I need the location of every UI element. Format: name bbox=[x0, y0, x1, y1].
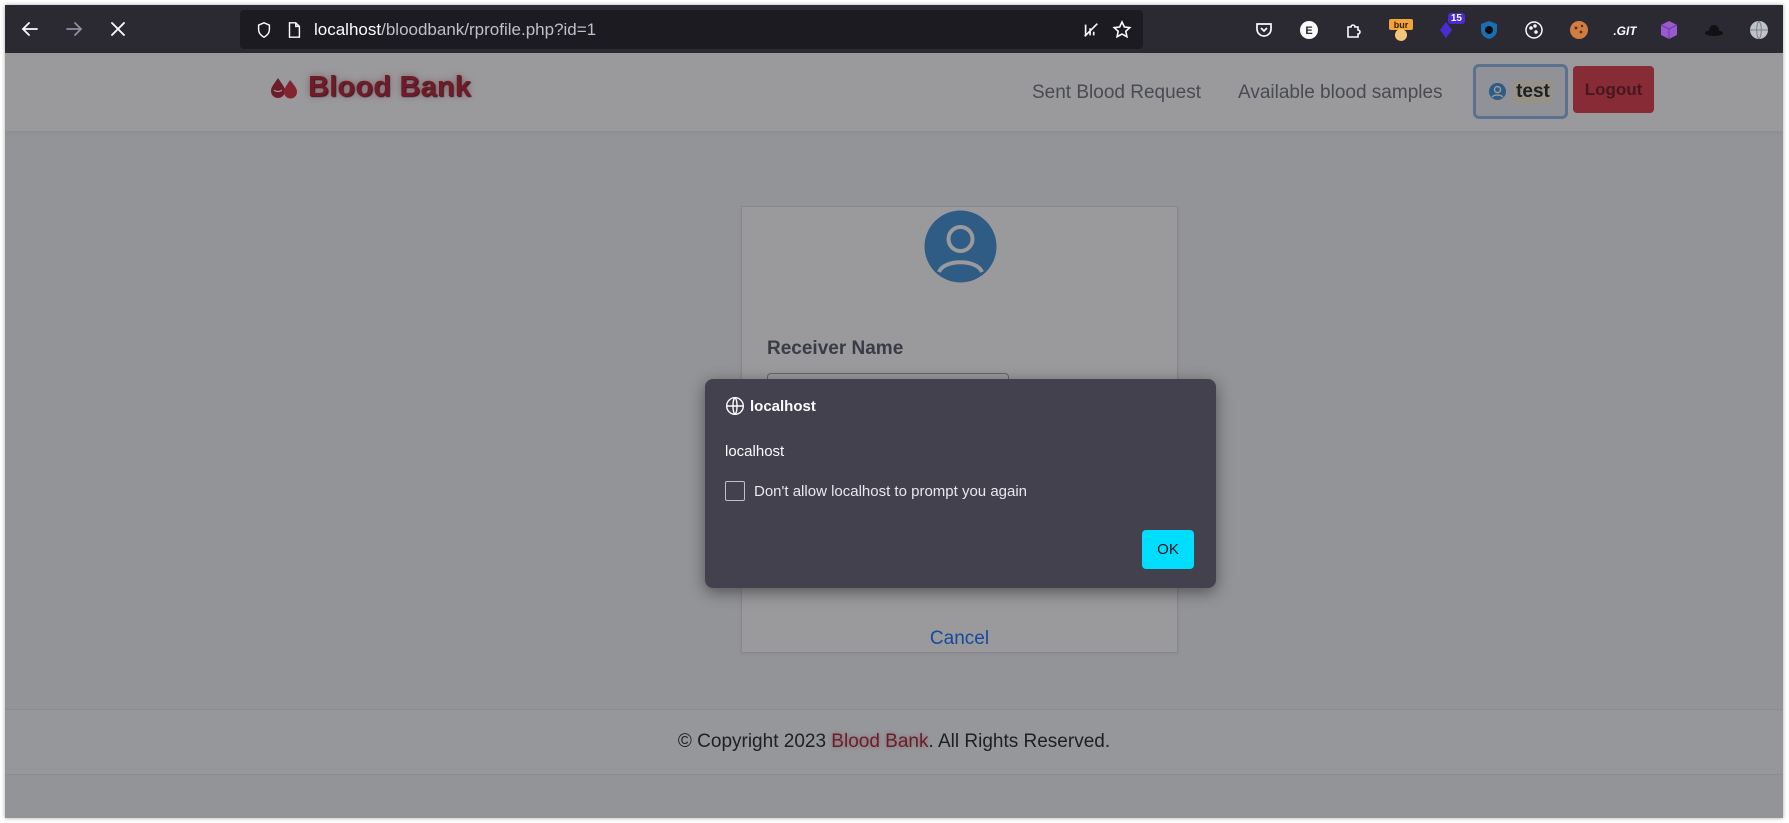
ok-button[interactable]: OK bbox=[1142, 530, 1194, 569]
url-text[interactable]: localhost/bloodbank/rprofile.php?id=1 bbox=[314, 20, 596, 40]
cookie-editor-icon[interactable] bbox=[1568, 19, 1590, 41]
dialog-suppress-option: Don't allow localhost to prompt you agai… bbox=[725, 481, 1027, 501]
svg-text:E: E bbox=[1305, 25, 1312, 37]
permissions-icon[interactable] bbox=[1080, 19, 1102, 41]
bookmark-star-icon[interactable] bbox=[1111, 19, 1133, 41]
back-icon[interactable] bbox=[16, 15, 44, 43]
notification-count-badge: 15 bbox=[1447, 13, 1465, 24]
dialog-message: localhost bbox=[725, 443, 785, 460]
pocket-icon[interactable] bbox=[1253, 19, 1275, 41]
dont-allow-prompt-checkbox[interactable] bbox=[725, 481, 745, 501]
page-info-icon[interactable] bbox=[283, 19, 305, 41]
svg-text:.GIT: .GIT bbox=[1613, 24, 1637, 38]
browser-window: localhost/bloodbank/rprofile.php?id=1 E … bbox=[5, 5, 1783, 818]
globe-extension-icon[interactable] bbox=[1748, 19, 1770, 41]
burp-badge-text: bur bbox=[1394, 20, 1409, 30]
extensions-puzzle-icon[interactable] bbox=[1343, 19, 1365, 41]
address-bar[interactable]: localhost/bloodbank/rprofile.php?id=1 bbox=[240, 10, 1143, 49]
hat-extension-icon[interactable] bbox=[1703, 19, 1725, 41]
forward-icon[interactable] bbox=[60, 15, 88, 43]
url-host: localhost bbox=[314, 19, 382, 39]
cookie-icon[interactable] bbox=[1523, 19, 1545, 41]
dont-allow-prompt-label[interactable]: Don't allow localhost to prompt you agai… bbox=[754, 483, 1027, 500]
url-path: /bloodbank/rprofile.php?id=1 bbox=[381, 19, 597, 39]
ublock-icon[interactable] bbox=[1478, 19, 1500, 41]
git-extension-icon[interactable]: .GIT bbox=[1613, 19, 1637, 41]
alert-dialog: localhost localhost Don't allow localhos… bbox=[705, 379, 1216, 588]
notification-extension-icon[interactable]: 15 bbox=[1435, 13, 1465, 41]
cube-extension-icon[interactable] bbox=[1658, 19, 1680, 41]
stop-loading-icon[interactable] bbox=[104, 15, 132, 43]
browser-toolbar: localhost/bloodbank/rprofile.php?id=1 E … bbox=[5, 5, 1783, 53]
e-extension-icon[interactable]: E bbox=[1298, 19, 1320, 41]
dialog-origin: localhost bbox=[750, 397, 816, 415]
burp-extension-icon[interactable]: bur bbox=[1388, 19, 1414, 41]
dialog-header: localhost bbox=[725, 396, 816, 416]
tracking-shield-icon[interactable] bbox=[253, 19, 275, 41]
globe-icon bbox=[725, 396, 745, 416]
